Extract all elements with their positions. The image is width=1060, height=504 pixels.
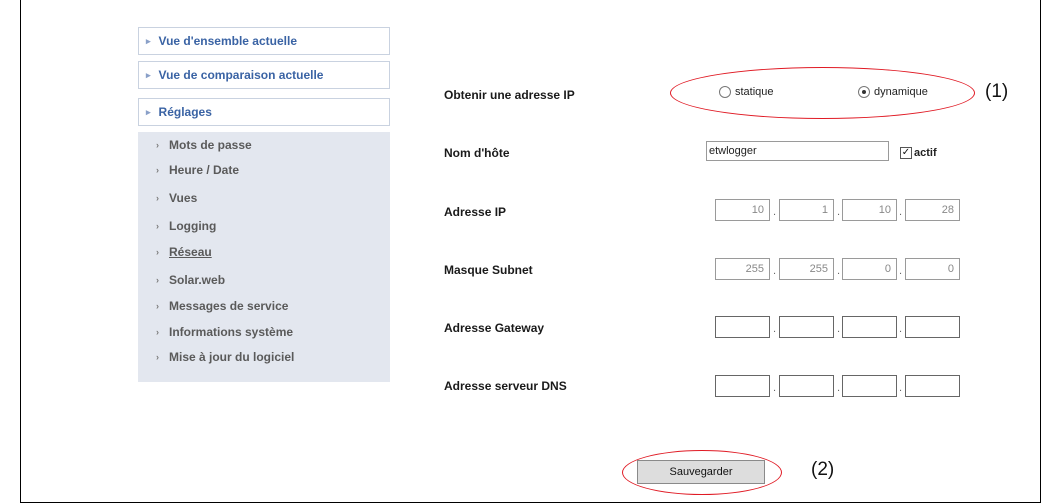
gateway-octet-3[interactable] xyxy=(842,316,897,338)
submenu-item-views[interactable]: › Vues xyxy=(138,187,390,209)
octet-separator: . xyxy=(773,206,777,218)
bullet-icon: › xyxy=(156,275,159,285)
hostname-input[interactable]: etwlogger xyxy=(706,141,889,161)
octet-separator: . xyxy=(837,206,841,218)
chevron-right-icon: ▸ xyxy=(146,69,151,80)
submenu-item-software-update[interactable]: › Mise à jour du logiciel xyxy=(138,346,390,368)
subnet-octet-4[interactable]: 0 xyxy=(905,258,960,280)
ip-octet-1[interactable]: 10 xyxy=(715,199,770,221)
octet-separator: . xyxy=(899,323,903,335)
dns-octet-4[interactable] xyxy=(905,375,960,397)
dns-octet-3[interactable] xyxy=(842,375,897,397)
highlight-ellipse-save xyxy=(622,450,782,495)
chevron-right-icon: ▸ xyxy=(146,106,151,117)
octet-separator: . xyxy=(899,382,903,394)
dns-label: Adresse serveur DNS xyxy=(444,379,567,393)
ip-mode-label: Obtenir une adresse IP xyxy=(444,88,575,102)
gateway-label: Adresse Gateway xyxy=(444,321,545,335)
subnet-octet-3[interactable]: 0 xyxy=(842,258,897,280)
octet-separator: . xyxy=(837,323,841,335)
bullet-icon: › xyxy=(156,247,159,257)
hostname-label: Nom d'hôte xyxy=(444,146,510,160)
bullet-icon: › xyxy=(156,301,159,311)
octet-separator: . xyxy=(773,323,777,335)
submenu-item-label: Réseau xyxy=(169,245,212,259)
submenu-item-time-date[interactable]: › Heure / Date xyxy=(138,159,390,181)
active-checkbox[interactable]: ✓ xyxy=(900,147,912,159)
gateway-octet-2[interactable] xyxy=(779,316,834,338)
bullet-icon: › xyxy=(156,193,159,203)
highlight-ellipse-ip-mode xyxy=(670,67,975,119)
subnet-octet-2[interactable]: 255 xyxy=(779,258,834,280)
submenu-item-label: Vues xyxy=(169,191,198,205)
submenu-item-label: Heure / Date xyxy=(169,163,240,177)
subnet-octet-1[interactable]: 255 xyxy=(715,258,770,280)
chevron-right-icon: ▸ xyxy=(146,35,151,46)
submenu-item-label: Informations système xyxy=(169,325,294,339)
submenu-item-passwords[interactable]: › Mots de passe xyxy=(138,134,390,156)
submenu-item-solarweb[interactable]: › Solar.web xyxy=(138,269,390,291)
gateway-octet-1[interactable] xyxy=(715,316,770,338)
submenu-item-system-info[interactable]: › Informations système xyxy=(138,321,390,343)
submenu-item-label: Mise à jour du logiciel xyxy=(169,350,295,364)
callout-one: (1) xyxy=(985,81,1009,102)
ip-octet-2[interactable]: 1 xyxy=(779,199,834,221)
nav-item-overview[interactable]: ▸ Vue d'ensemble actuelle xyxy=(138,27,390,55)
octet-separator: . xyxy=(899,206,903,218)
octet-separator: . xyxy=(837,382,841,394)
gateway-octet-4[interactable] xyxy=(905,316,960,338)
bullet-icon: › xyxy=(156,140,159,150)
nav-item-label: Vue de comparaison actuelle xyxy=(158,68,324,82)
submenu-item-logging[interactable]: › Logging xyxy=(138,215,390,237)
bullet-icon: › xyxy=(156,221,159,231)
octet-separator: . xyxy=(899,265,903,277)
ip-octet-3[interactable]: 10 xyxy=(842,199,897,221)
dns-octet-2[interactable] xyxy=(779,375,834,397)
bullet-icon: › xyxy=(156,352,159,362)
active-checkbox-label: actif xyxy=(914,147,937,159)
nav-item-comparison[interactable]: ▸ Vue de comparaison actuelle xyxy=(138,61,390,89)
dns-octet-1[interactable] xyxy=(715,375,770,397)
nav-item-settings[interactable]: ▸ Réglages xyxy=(138,98,390,126)
nav-item-label: Réglages xyxy=(158,105,212,119)
submenu-item-label: Messages de service xyxy=(169,299,289,313)
submenu-item-label: Solar.web xyxy=(169,273,226,287)
octet-separator: . xyxy=(773,382,777,394)
bullet-icon: › xyxy=(156,165,159,175)
callout-two: (2) xyxy=(811,459,835,480)
submenu-item-label: Mots de passe xyxy=(169,138,252,152)
submenu-item-label: Logging xyxy=(169,219,217,233)
submenu-item-service-messages[interactable]: › Messages de service xyxy=(138,295,390,317)
ip-address-label: Adresse IP xyxy=(444,205,507,219)
octet-separator: . xyxy=(773,265,777,277)
octet-separator: . xyxy=(837,265,841,277)
submenu-item-network[interactable]: › Réseau xyxy=(138,241,390,263)
ip-octet-4[interactable]: 28 xyxy=(905,199,960,221)
bullet-icon: › xyxy=(156,327,159,337)
subnet-mask-label: Masque Subnet xyxy=(444,263,533,277)
settings-submenu: › Mots de passe › Heure / Date › Vues › … xyxy=(138,132,390,382)
nav-item-label: Vue d'ensemble actuelle xyxy=(158,34,297,48)
